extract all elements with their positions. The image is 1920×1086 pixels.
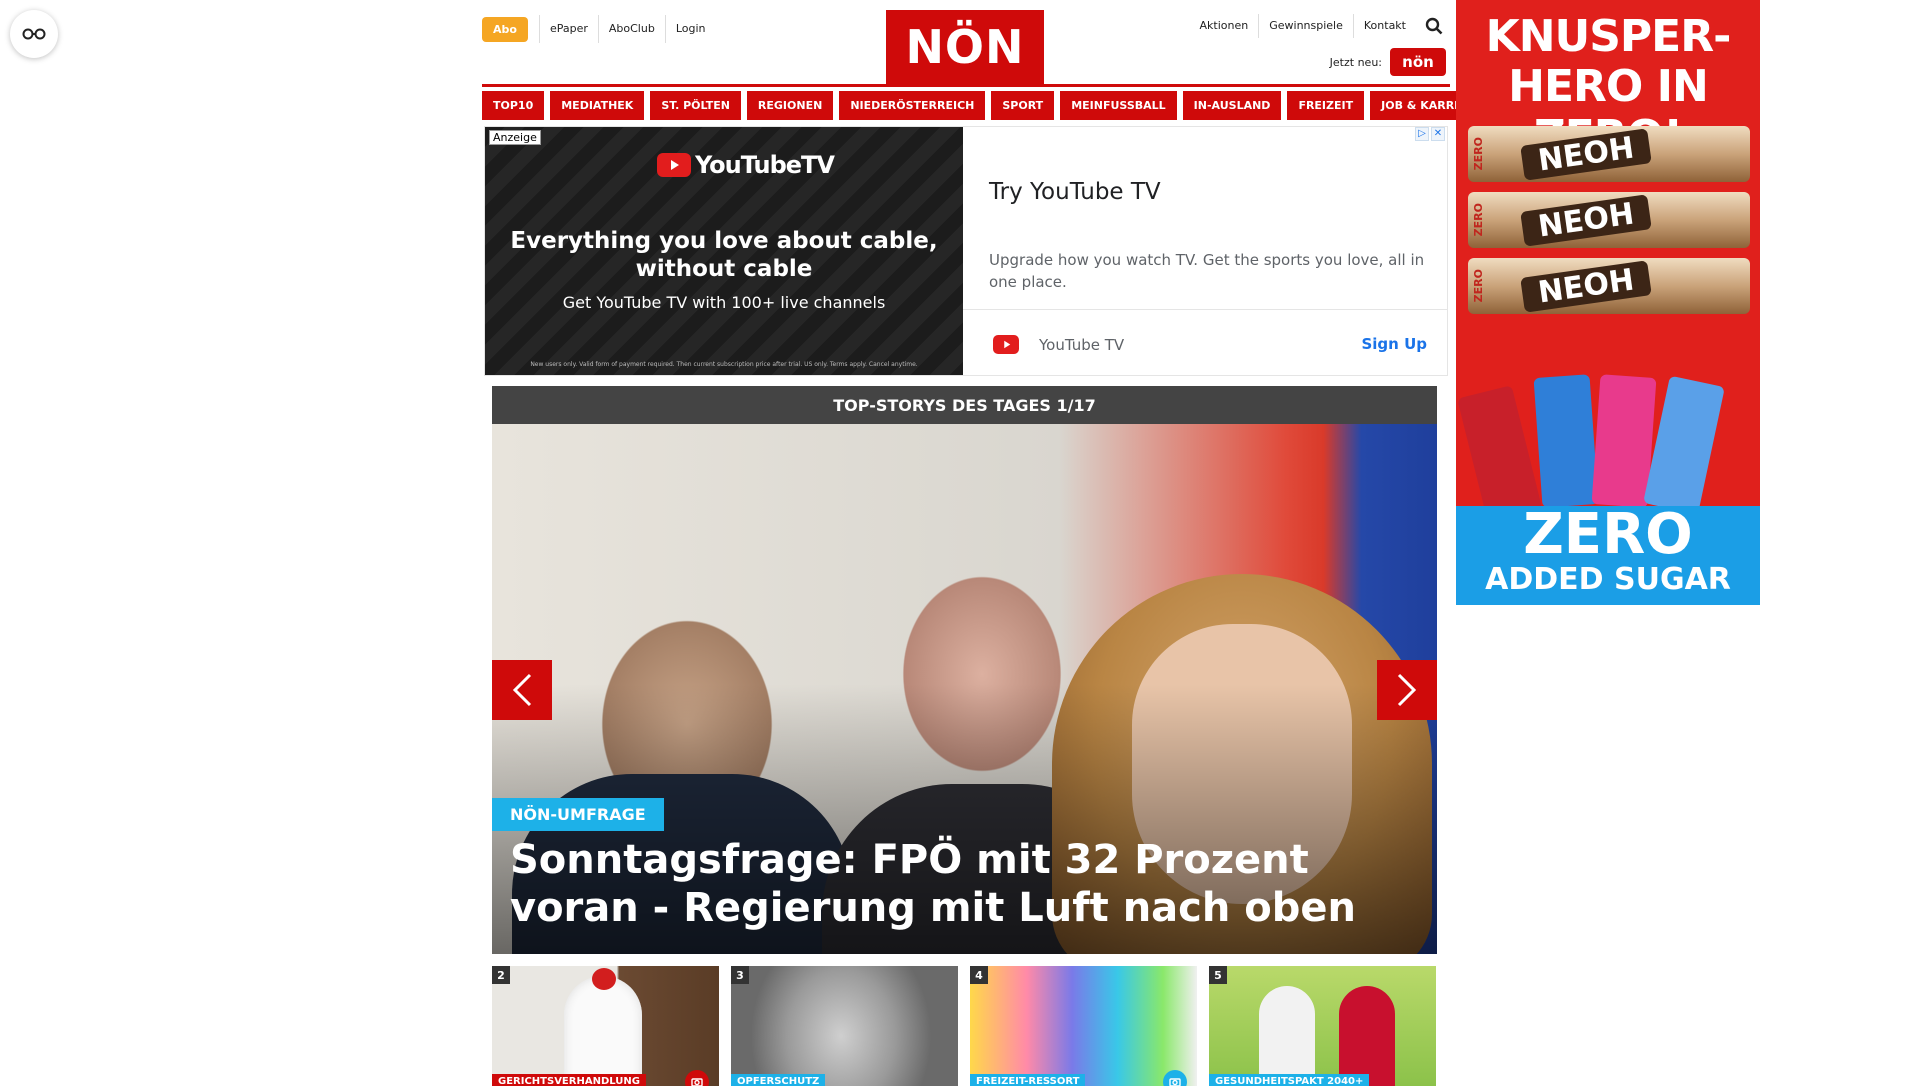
camera-icon: [1163, 1070, 1187, 1086]
bar-brand: NEOH: [1520, 127, 1653, 181]
nav-top10[interactable]: TOP10: [482, 91, 545, 120]
ad-description: Upgrade how you watch TV. Get the sports…: [989, 251, 1425, 291]
sidebar-ad-zero: ZERO: [1523, 502, 1693, 567]
nav-niederoesterreich[interactable]: NIEDERÖSTERREICH: [839, 91, 986, 120]
bar-brand: NEOH: [1520, 259, 1653, 313]
nav-in-ausland[interactable]: IN-AUSLAND: [1182, 91, 1282, 120]
nav-meinfussball[interactable]: MEINFUSSBALL: [1060, 91, 1177, 120]
product-pack: [1643, 375, 1725, 515]
play-icon: [657, 153, 691, 177]
story-thumb[interactable]: 4 FREIZEIT-RESSORT: [970, 966, 1197, 1086]
thumb-category: GESUNDHEITSPAKT 2040+: [1209, 1074, 1370, 1086]
ad-fineprint: New users only. Valid form of payment re…: [530, 361, 918, 368]
bar-label: ZERO: [1472, 269, 1485, 303]
abo-button[interactable]: Abo: [482, 16, 528, 42]
ad-label: Anzeige: [489, 130, 541, 145]
header-left-links: Abo ePaper AboClub Login: [482, 15, 716, 43]
ad-text-panel[interactable]: ▷ ✕ Try YouTube TV Upgrade how you watch…: [963, 127, 1447, 375]
hero-category-tag[interactable]: NÖN-UMFRAGE: [492, 798, 664, 831]
new-app-badge[interactable]: nön: [1390, 48, 1446, 76]
story-thumb[interactable]: 2 GERICHTSVERHANDLUNG: [492, 966, 719, 1086]
nav-mediathek[interactable]: MEDIATHEK: [550, 91, 645, 120]
gewinnspiele-link[interactable]: Gewinnspiele: [1258, 14, 1353, 38]
camera-icon: [685, 1070, 709, 1086]
jetzt-neu: Jetzt neu: nön: [1330, 48, 1446, 76]
thumb-image: [592, 968, 616, 990]
ad-subline: Get YouTube TV with 100+ live channels: [562, 293, 886, 312]
site-header: Abo ePaper AboClub Login NÖN Aktionen Ge…: [482, 8, 1450, 86]
story-thumbnails: 2 GERICHTSVERHANDLUNG 3 OPFERSCHUTZ 4 FR…: [492, 966, 1437, 1086]
nav-regionen[interactable]: REGIONEN: [746, 91, 834, 120]
thumb-number: 3: [731, 966, 749, 984]
ad-brand: YouTube TV: [993, 335, 1124, 354]
search-icon[interactable]: [1422, 14, 1446, 38]
thumb-category: FREIZEIT-RESSORT: [970, 1074, 1086, 1086]
bar-brand: NEOH: [1520, 193, 1653, 247]
carousel-next-button[interactable]: [1377, 660, 1437, 720]
header-right-links: Aktionen Gewinnspiele Kontakt: [1190, 14, 1446, 38]
ad-creative[interactable]: Anzeige YouTubeTV Everything you love ab…: [485, 127, 963, 375]
product-bar: ZERO NEOH: [1468, 126, 1750, 182]
ad-brand-name: YouTube TV: [1039, 335, 1125, 354]
story-thumb[interactable]: 3 OPFERSCHUTZ: [731, 966, 958, 1086]
top-stories: TOP-STORYS DES TAGES 1/17 NÖN-UMFRAGE So…: [492, 386, 1437, 954]
product-bar: ZERO NEOH: [1468, 258, 1750, 314]
ad-headline: Everything you love about cable, without…: [510, 228, 938, 282]
thumb-number: 2: [492, 966, 510, 984]
carousel-prev-button[interactable]: [492, 660, 552, 720]
bar-label: ZERO: [1472, 203, 1485, 237]
jetzt-neu-label: Jetzt neu:: [1329, 55, 1382, 69]
nav-st-poelten[interactable]: ST. PÖLTEN: [650, 91, 741, 120]
bar-label: ZERO: [1472, 137, 1485, 171]
reader-mode-button[interactable]: [10, 10, 58, 58]
thumb-image: [564, 976, 642, 1086]
aktionen-link[interactable]: Aktionen: [1190, 14, 1259, 38]
top-stories-title: TOP-STORYS DES TAGES 1/17: [492, 386, 1437, 424]
ad-divider: [963, 309, 1447, 310]
nav-freizeit[interactable]: FREIZEIT: [1287, 91, 1365, 120]
sidebar-ad[interactable]: KNUSPER-HERO IN ZERO! ZERO NEOH ZERO NEO…: [1456, 0, 1760, 605]
adchoices-icon[interactable]: ▷: [1415, 127, 1429, 141]
youtube-tv-logo: YouTubeTV: [657, 151, 835, 179]
adchoices[interactable]: ▷ ✕: [1415, 127, 1445, 141]
thumb-number: 5: [1209, 966, 1227, 984]
thumb-number: 4: [970, 966, 988, 984]
kontakt-link[interactable]: Kontakt: [1352, 14, 1416, 38]
ad-signup-button[interactable]: Sign Up: [1361, 335, 1427, 353]
login-link[interactable]: Login: [664, 15, 716, 43]
ad-banner[interactable]: Anzeige YouTubeTV Everything you love ab…: [484, 126, 1448, 376]
chevron-right-icon: [1397, 673, 1417, 707]
main-nav: TOP10 MEDIATHEK ST. PÖLTEN REGIONEN NIED…: [482, 91, 1493, 120]
hero-story[interactable]: NÖN-UMFRAGE Sonntagsfrage: FPÖ mit 32 Pr…: [492, 424, 1437, 954]
site-logo[interactable]: NÖN: [886, 10, 1044, 84]
glasses-icon: [22, 28, 46, 40]
epaper-link[interactable]: ePaper: [538, 15, 598, 43]
header-divider: [482, 84, 1450, 87]
story-thumb[interactable]: 5 GESUNDHEITSPAKT 2040+: [1209, 966, 1436, 1086]
thumb-image: [1259, 986, 1315, 1086]
chevron-left-icon: [512, 673, 532, 707]
youtube-icon: [993, 335, 1019, 354]
ad-title[interactable]: Try YouTube TV: [989, 179, 1161, 205]
thumb-category: OPFERSCHUTZ: [731, 1074, 826, 1086]
hero-headline[interactable]: Sonntagsfrage: FPÖ mit 32 Prozent voran …: [510, 836, 1430, 932]
product-packs: [1457, 370, 1750, 525]
aboclub-link[interactable]: AboClub: [597, 15, 665, 43]
thumb-image: [1339, 986, 1395, 1086]
product-pack: [1533, 374, 1599, 508]
product-bar: ZERO NEOH: [1468, 192, 1750, 248]
ad-logo-text: YouTubeTV: [695, 151, 835, 179]
sidebar-ad-sugar: ADDED SUGAR: [1485, 562, 1731, 597]
thumb-category: GERICHTSVERHANDLUNG: [492, 1074, 646, 1086]
close-icon[interactable]: ✕: [1431, 127, 1445, 141]
nav-sport[interactable]: SPORT: [991, 91, 1055, 120]
